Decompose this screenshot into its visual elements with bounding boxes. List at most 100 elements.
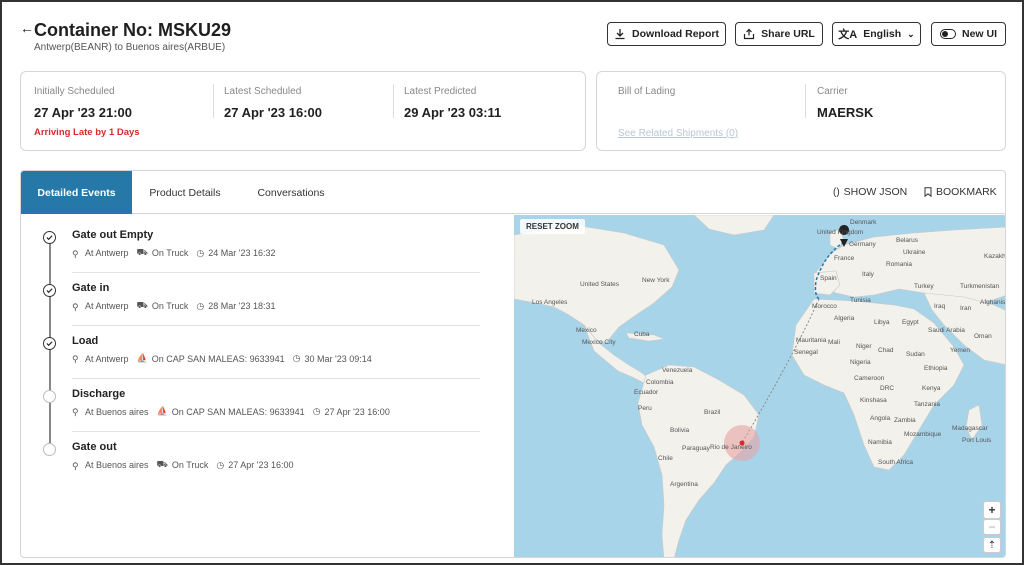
event-mode: On Truck (151, 301, 189, 311)
event-divider (72, 272, 480, 273)
map-label: Cuba (634, 331, 650, 338)
event-meta: ⚲ At Buenos aires ⛟ On Truck ◷ 27 Apr '23 1… (72, 459, 294, 471)
map-label: Mauritania (796, 337, 827, 344)
divider (213, 84, 214, 118)
map-label: Iraq (934, 303, 946, 310)
share-url-button[interactable]: Share URL (735, 22, 823, 46)
tab-bar: Detailed Events Product Details Conversa… (21, 171, 1005, 214)
map-label: Ethiopia (924, 365, 948, 372)
language-label: English (863, 28, 902, 40)
map-label: Senegal (794, 349, 818, 356)
truck-icon: ⛟ (136, 247, 148, 257)
map-label: Cameroon (854, 375, 885, 382)
translate-icon: 文A (838, 29, 858, 41)
new-ui-toggle[interactable]: New UI (931, 22, 1006, 46)
event-location: At Antwerp (85, 301, 129, 311)
language-select[interactable]: 文A English ⌄ (832, 22, 921, 46)
event-title: Discharge (72, 388, 126, 400)
event-mode: On CAP SAN MALEAS: 9633941 (151, 353, 285, 364)
latest-scheduled-label: Latest Scheduled (224, 86, 302, 97)
map-label: Ecuador (634, 389, 659, 396)
details-panel: Detailed Events Product Details Conversa… (20, 170, 1006, 558)
app-frame: ← Container No: MSKU29 Antwerp(BEANR) to… (0, 0, 1024, 565)
schedule-card: Initially Scheduled 27 Apr '23 21:00 Arr… (20, 71, 586, 151)
map-label: Chile (658, 455, 673, 462)
map-label: Yemen (950, 347, 970, 354)
event-meta: ⚲ At Antwerp ⛟ On Truck ◷ 28 Mar '23 18:31 (72, 300, 276, 312)
event-location: At Antwerp (85, 353, 129, 364)
tab-detailed-events[interactable]: Detailed Events (21, 171, 132, 214)
compass-reset-button[interactable]: ⇡ (983, 537, 1001, 553)
carrier-label: Carrier (817, 86, 848, 97)
map-label: Germany (849, 241, 876, 248)
map-label: Italy (862, 271, 874, 278)
bookmark-icon (924, 187, 932, 197)
map-label: Ukraine (903, 249, 926, 256)
event-divider (72, 325, 480, 326)
tab-product-details[interactable]: Product Details (139, 171, 231, 214)
route-map[interactable]: Denmark United Kingdom Germany Belarus U… (514, 215, 1006, 557)
location-pin-icon: ⚲ (72, 354, 79, 364)
event-location: At Buenos aires (85, 406, 149, 417)
back-arrow-icon[interactable]: ← (20, 20, 34, 36)
event-time: 28 Mar '23 18:31 (208, 301, 276, 311)
event-time: 27 Apr '23 16:00 (324, 406, 390, 417)
late-status: Arriving Late by 1 Days (34, 127, 140, 138)
map-label: Afghanis (980, 299, 1006, 306)
divider (805, 84, 806, 118)
zoom-in-button[interactable]: + (983, 501, 1001, 519)
map-label: Denmark (850, 219, 877, 226)
completed-check-icon (43, 337, 56, 350)
bookmark-button[interactable]: BOOKMARK (924, 186, 997, 198)
map-label: Paraguay (682, 445, 710, 452)
events-timeline: Gate out Empty ⚲ At Antwerp ⛟ On Truck ◷ 24… (21, 215, 513, 557)
map-label: Spain (820, 275, 837, 282)
download-report-button[interactable]: Download Report (607, 22, 726, 46)
pending-dot-icon (43, 390, 56, 403)
map-label: Saudi Arabia (928, 327, 965, 334)
map-label: Mozambique (904, 431, 942, 438)
bill-of-lading-card: Bill of Lading Carrier MAERSK See Relate… (596, 71, 1006, 151)
map-label: Iran (960, 305, 972, 312)
clock-icon: ◷ (196, 300, 205, 311)
map-label: Turkey (914, 283, 934, 290)
location-pin-icon: ⚲ (72, 301, 79, 312)
reset-zoom-button[interactable]: RESET ZOOM (520, 219, 585, 234)
map-label: Nigeria (850, 359, 871, 366)
event-location: At Antwerp (85, 248, 129, 258)
map-label: United States (580, 281, 620, 288)
map-label: Kazakh (984, 253, 1006, 260)
truck-icon: ⛟ (156, 459, 168, 469)
clock-icon: ◷ (292, 353, 301, 363)
latest-predicted-value: 29 Apr '23 03:11 (404, 105, 502, 120)
map-label: Morocco (812, 303, 837, 310)
map-label: Bolivia (670, 427, 690, 434)
show-json-button[interactable]: () SHOW JSON (833, 186, 907, 198)
map-label: Tunisia (850, 297, 871, 304)
related-shipments-link[interactable]: See Related Shipments (0) (618, 128, 738, 139)
event-mode: On Truck (171, 460, 209, 470)
event-meta: ⚲ At Antwerp ⛵ On CAP SAN MALEAS: 9633941 … (72, 353, 372, 364)
event-time: 24 Mar '23 16:32 (208, 248, 276, 258)
carrier-value: MAERSK (817, 105, 874, 120)
map-label: Mexico (576, 327, 597, 334)
clock-icon: ◷ (196, 247, 205, 258)
code-icon: () (833, 186, 840, 198)
location-pin-icon: ⚲ (72, 407, 79, 417)
route-subtitle: Antwerp(BEANR) to Buenos aires(ARBUE) (34, 42, 226, 53)
event-time: 27 Apr '23 16:00 (228, 460, 294, 470)
latest-scheduled-value: 27 Apr '23 16:00 (224, 105, 323, 120)
event-location: At Buenos aires (85, 460, 149, 470)
map-label: Belarus (896, 237, 919, 244)
tab-conversations[interactable]: Conversations (247, 171, 335, 214)
bill-of-lading-label: Bill of Lading (618, 86, 676, 97)
map-label: Niger (856, 343, 872, 350)
map-label: Tanzania (914, 401, 941, 408)
zoom-out-button[interactable]: − (983, 519, 1001, 535)
event-mode: On CAP SAN MALEAS: 9633941 (171, 406, 305, 417)
location-pin-icon: ⚲ (72, 248, 79, 259)
event-title: Gate out (72, 441, 117, 453)
map-label: Turkmenistan (960, 283, 1000, 290)
map-label: DRC (880, 385, 895, 392)
map-label: Namibia (868, 439, 892, 446)
